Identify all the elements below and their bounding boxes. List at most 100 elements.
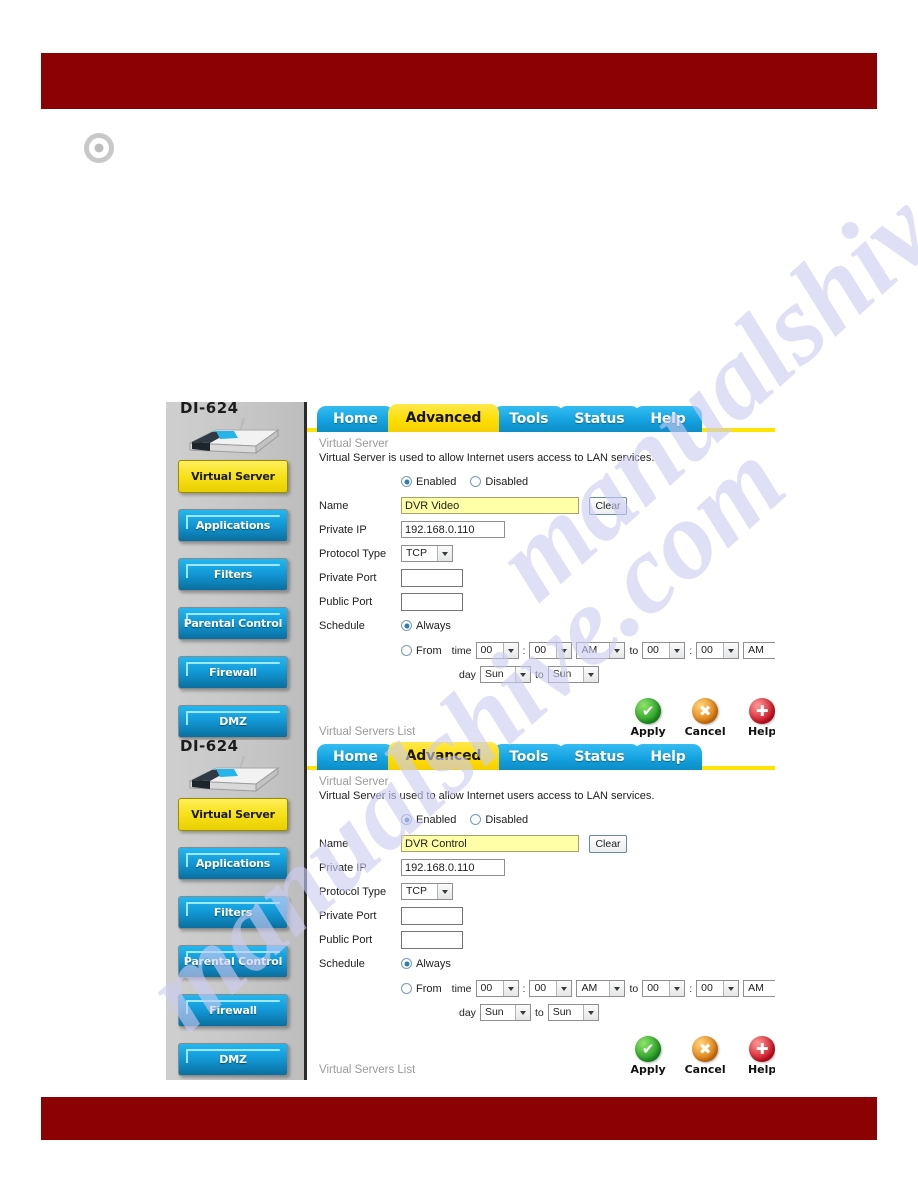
router-screenshot-dvr-control: DI-624 Virtual Server Applications Filte… <box>166 740 775 1080</box>
sidebar-item-virtual-server[interactable]: Virtual Server <box>178 798 288 831</box>
virtual-servers-list-link[interactable]: Virtual Servers List <box>319 726 415 738</box>
name-input[interactable]: DVR Control <box>401 835 579 852</box>
radio-disabled[interactable] <box>470 476 482 487</box>
virtual-servers-list-link[interactable]: Virtual Servers List <box>319 1064 415 1076</box>
day-to-select[interactable]: Sun <box>547 1004 599 1021</box>
apply-label: Apply <box>630 725 666 738</box>
sidebar-item-filters[interactable]: Filters <box>178 558 288 591</box>
radio-always[interactable] <box>401 958 412 969</box>
tab-help[interactable]: Help <box>634 406 702 432</box>
time-hour-to-select[interactable]: 00 <box>642 642 686 659</box>
ampm-to-select[interactable]: AM <box>743 642 775 659</box>
schedule-label: Schedule <box>319 619 365 632</box>
radio-from-label: From <box>416 982 442 995</box>
cancel-button[interactable]: ✖ Cancel <box>681 1036 729 1076</box>
radio-from[interactable] <box>401 645 412 656</box>
ampm-from-select[interactable]: AM <box>576 642 626 659</box>
day-label: day <box>459 1006 476 1019</box>
name-row: Name DVR Control Clear <box>319 833 775 854</box>
time-minute-from-select[interactable]: 00 <box>529 642 573 659</box>
public-port-input[interactable] <box>401 930 463 949</box>
sidebar-item-virtual-server[interactable]: Virtual Server <box>178 460 288 493</box>
to-label: to <box>629 982 639 995</box>
protocol-type-label: Protocol Type <box>319 885 387 898</box>
radio-enabled[interactable] <box>401 476 412 487</box>
tab-tools[interactable]: Tools <box>493 406 565 432</box>
schedule-always-row: Schedule Always <box>319 953 775 974</box>
private-ip-input[interactable]: 192.168.0.110 <box>401 521 505 538</box>
time-minute-from-select[interactable]: 00 <box>529 980 573 997</box>
sidebar-item-firewall[interactable]: Firewall <box>178 656 288 689</box>
public-port-row: Public Port <box>319 929 775 950</box>
sidebar-item-parental-control[interactable]: Parental Control <box>178 607 288 640</box>
sidebar-item-dmz[interactable]: DMZ <box>178 1043 288 1076</box>
time-label: time <box>451 982 472 995</box>
router-main-panel: Home Advanced Tools Status Help Virtual … <box>307 740 775 1080</box>
time-minute-to-select[interactable]: 00 <box>696 642 740 659</box>
radio-disabled[interactable] <box>470 814 482 825</box>
private-port-input[interactable] <box>401 906 463 925</box>
time-hour-from-value: 00 <box>480 644 493 657</box>
apply-button[interactable]: ✔ Apply <box>624 698 672 738</box>
tab-advanced[interactable]: Advanced <box>387 404 500 432</box>
action-buttons: ✔ Apply ✖ Cancel ✚ Help <box>624 1036 775 1076</box>
sidebar-nav: Virtual Server Applications Filters Pare… <box>178 798 290 1080</box>
private-ip-label: Private IP <box>319 861 367 874</box>
schedule-day-line: day Sun to Sun <box>401 1004 599 1021</box>
router-sidebar: DI-624 Virtual Server Applications Filte… <box>166 740 307 1080</box>
radio-always[interactable] <box>401 620 412 631</box>
cancel-button[interactable]: ✖ Cancel <box>681 698 729 738</box>
sidebar-item-parental-control[interactable]: Parental Control <box>178 945 288 978</box>
sidebar-item-firewall[interactable]: Firewall <box>178 994 288 1027</box>
tab-bar: Home Advanced Tools Status Help <box>307 402 775 432</box>
clear-button[interactable]: Clear <box>589 496 627 515</box>
name-input[interactable]: DVR Video <box>401 497 579 514</box>
tab-help[interactable]: Help <box>634 744 702 770</box>
private-ip-input[interactable]: 192.168.0.110 <box>401 859 505 876</box>
sidebar-item-applications[interactable]: Applications <box>178 509 288 542</box>
day-from-select[interactable]: Sun <box>479 666 531 683</box>
time-minute-to-select[interactable]: 00 <box>696 980 740 997</box>
tab-label: Home <box>333 749 378 765</box>
router-screenshot-dvr-video: DI-624 Virtual Server Applications Filte… <box>166 402 775 742</box>
ampm-to-value: AM <box>748 644 764 657</box>
time-hour-from-select[interactable]: 00 <box>475 642 519 659</box>
protocol-type-select[interactable]: TCP <box>401 883 453 900</box>
public-port-input[interactable] <box>401 592 463 611</box>
tab-status[interactable]: Status <box>558 744 641 770</box>
sidebar-item-label: Firewall <box>209 666 257 679</box>
apply-button[interactable]: ✔ Apply <box>624 1036 672 1076</box>
day-from-select[interactable]: Sun <box>479 1004 531 1021</box>
help-button[interactable]: ✚ Help <box>738 1036 775 1076</box>
private-port-input[interactable] <box>401 568 463 587</box>
tab-home[interactable]: Home <box>317 744 394 770</box>
router-admin-window: DI-624 Virtual Server Applications Filte… <box>166 740 775 1080</box>
sidebar-item-dmz[interactable]: DMZ <box>178 705 288 738</box>
sidebar-item-filters[interactable]: Filters <box>178 896 288 929</box>
radio-from[interactable] <box>401 983 412 994</box>
to-label: to <box>534 1006 544 1019</box>
section-title: Virtual Server <box>319 776 389 788</box>
help-button[interactable]: ✚ Help <box>738 698 775 738</box>
check-circle-icon: ✔ <box>635 1036 662 1062</box>
colon-separator: : <box>689 982 693 995</box>
tab-home[interactable]: Home <box>317 406 394 432</box>
tab-advanced[interactable]: Advanced <box>387 742 500 770</box>
chevron-down-icon <box>556 981 572 996</box>
ampm-from-select[interactable]: AM <box>576 980 626 997</box>
protocol-type-value: TCP <box>406 547 427 560</box>
chevron-down-icon <box>609 643 625 658</box>
time-hour-from-select[interactable]: 00 <box>475 980 519 997</box>
tab-tools[interactable]: Tools <box>493 744 565 770</box>
schedule-day-line: day Sun to Sun <box>401 666 599 683</box>
tab-status[interactable]: Status <box>558 406 641 432</box>
sidebar-item-applications[interactable]: Applications <box>178 847 288 880</box>
schedule-time-line: From time 00 : 00 AM to 00: 00 AM <box>401 642 775 659</box>
clear-button[interactable]: Clear <box>589 834 627 853</box>
time-hour-to-select[interactable]: 00 <box>642 980 686 997</box>
day-to-select[interactable]: Sun <box>547 666 599 683</box>
ampm-to-select[interactable]: AM <box>743 980 775 997</box>
radio-enabled[interactable] <box>401 814 412 825</box>
protocol-type-select[interactable]: TCP <box>401 545 453 562</box>
help-label: Help <box>747 725 775 738</box>
